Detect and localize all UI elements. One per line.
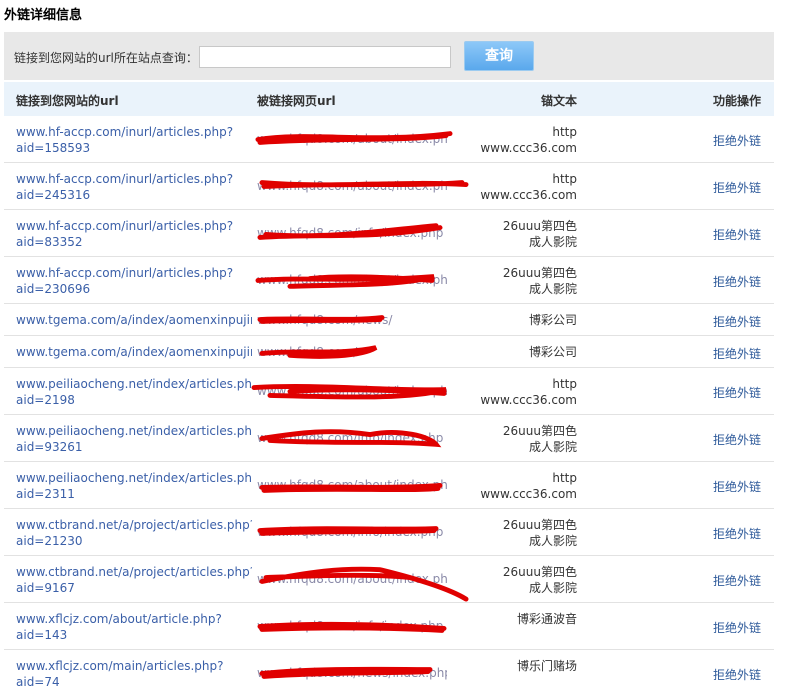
anchor-text: 博彩公司 — [528, 345, 577, 359]
target-page-url[interactable]: www.hfqd8.com/news/index.php — [257, 666, 447, 680]
anchor-text: 26uuu第四色 成人影院 — [502, 266, 577, 296]
source-url-link[interactable]: www.peiliaocheng.net/index/articles.php?… — [16, 470, 252, 502]
anchor-text: 26uuu第四色 成人影院 — [502, 565, 577, 595]
table-header: 链接到您网站的url 被链接网页url 锚文本 功能操作 — [4, 82, 774, 116]
search-label: 链接到您网站的url所在站点查询： — [14, 51, 198, 65]
target-page-url[interactable]: www.hfqd8.com/about/index.php — [257, 384, 447, 398]
source-url-link[interactable]: www.hf-accp.com/inurl/articles.php? aid=8… — [16, 218, 252, 250]
table-row: www.ctbrand.net/a/project/articles.php? a… — [4, 509, 774, 556]
table-row: www.hf-accp.com/inurl/articles.php? aid=2… — [4, 163, 774, 210]
table-row: www.hf-accp.com/inurl/articles.php? aid=2… — [4, 257, 774, 304]
table-row: www.xflcjz.com/main/articles.php? aid=74 … — [4, 650, 774, 687]
anchor-text: 博乐门赌场 — [516, 659, 577, 673]
header-ops: 功能操作 — [712, 94, 761, 108]
anchor-text: 26uuu第四色 成人影院 — [502, 518, 577, 548]
search-input[interactable] — [199, 46, 451, 68]
source-url-link[interactable]: www.hf-accp.com/inurl/articles.php? aid=1… — [16, 124, 252, 156]
table-row: www.xflcjz.com/about/article.php? aid=143… — [4, 603, 774, 650]
anchor-text: http www.ccc36.com — [480, 125, 577, 155]
target-page-url[interactable]: www.hfqd8.com/about/index.php — [257, 273, 447, 287]
source-url-link[interactable]: www.tgema.com/a/index/aomenxinpujingc — [16, 312, 252, 328]
anchor-text: http www.ccc36.com — [480, 377, 577, 407]
source-url-link[interactable]: www.tgema.com/a/index/aomenxinpujingc — [16, 344, 252, 360]
links-table: 链接到您网站的url 被链接网页url 锚文本 功能操作 www.hf-accp… — [4, 82, 774, 687]
target-page-url[interactable]: www.hfqd8.com/news/ — [257, 313, 447, 327]
anchor-text: http www.ccc36.com — [480, 471, 577, 501]
reject-link-button[interactable]: 拒绝外链 — [713, 226, 761, 243]
table-row: www.hf-accp.com/inurl/articles.php? aid=8… — [4, 210, 774, 257]
source-url-link[interactable]: www.ctbrand.net/a/project/articles.php? a… — [16, 517, 252, 549]
table-row: www.tgema.com/a/index/aomenxinpujingc ww… — [4, 336, 774, 368]
target-page-url[interactable]: www.hfqd8.com/about/index.php — [257, 132, 447, 146]
source-url-link[interactable]: www.hf-accp.com/inurl/articles.php? aid=2… — [16, 171, 252, 203]
target-page-url[interactable]: www.hfqd8.com/info/index.php — [257, 226, 447, 240]
anchor-text: 26uuu第四色 成人影院 — [502, 424, 577, 454]
table-row: www.peiliaocheng.net/index/articles.php?… — [4, 462, 774, 509]
reject-link-button[interactable]: 拒绝外链 — [713, 572, 761, 589]
reject-link-button[interactable]: 拒绝外链 — [713, 478, 761, 495]
target-page-url[interactable]: www.hfqd8.com/info/index.php — [257, 431, 447, 445]
reject-link-button[interactable]: 拒绝外链 — [713, 666, 761, 683]
reject-link-button[interactable]: 拒绝外链 — [713, 525, 761, 542]
table-row: www.peiliaocheng.net/index/articles.php?… — [4, 415, 774, 462]
reject-link-button[interactable]: 拒绝外链 — [713, 619, 761, 636]
source-url-link[interactable]: www.xflcjz.com/about/article.php? aid=143 — [16, 611, 252, 643]
table-row: www.hf-accp.com/inurl/articles.php? aid=1… — [4, 116, 774, 163]
anchor-text: http www.ccc36.com — [480, 172, 577, 202]
reject-link-button[interactable]: 拒绝外链 — [713, 384, 761, 401]
header-anchor: 锚文本 — [540, 94, 577, 108]
reject-link-button[interactable]: 拒绝外链 — [713, 179, 761, 196]
target-page-url[interactable]: www.hfqd8.com/about/index.php — [257, 478, 447, 492]
target-page-url[interactable]: www.hfqd8.com/info/index.php — [257, 619, 447, 633]
source-url-link[interactable]: www.hf-accp.com/inurl/articles.php? aid=2… — [16, 265, 252, 297]
reject-link-button[interactable]: 拒绝外链 — [713, 345, 761, 362]
page-title: 外链详细信息 — [4, 8, 83, 23]
anchor-text: 26uuu第四色 成人影院 — [502, 219, 577, 249]
anchor-text: 博彩公司 — [528, 313, 577, 327]
reject-link-button[interactable]: 拒绝外链 — [713, 132, 761, 149]
header-page: 被链接网页url — [257, 94, 336, 108]
header-url: 链接到您网站的url — [16, 94, 119, 108]
source-url-link[interactable]: www.peiliaocheng.net/index/articles.php?… — [16, 423, 252, 455]
source-url-link[interactable]: www.peiliaocheng.net/index/articles.php?… — [16, 376, 252, 408]
table-row: www.ctbrand.net/a/project/articles.php? a… — [4, 556, 774, 603]
target-page-url[interactable]: www.hfqd8.com/about/index.php — [257, 179, 447, 193]
search-button[interactable]: 查询 — [464, 41, 534, 71]
search-bar: 链接到您网站的url所在站点查询： 查询 — [4, 32, 774, 80]
table-row: www.peiliaocheng.net/index/articles.php?… — [4, 368, 774, 415]
reject-link-button[interactable]: 拒绝外链 — [713, 313, 761, 330]
reject-link-button[interactable]: 拒绝外链 — [713, 273, 761, 290]
reject-link-button[interactable]: 拒绝外链 — [713, 431, 761, 448]
anchor-text: 博彩通波音 — [516, 612, 577, 626]
target-page-url[interactable]: www.hfqd8.com/info/index.php — [257, 525, 447, 539]
target-page-url[interactable]: www.hfqd8.com/ — [257, 345, 447, 359]
source-url-link[interactable]: www.ctbrand.net/a/project/articles.php? a… — [16, 564, 252, 596]
source-url-link[interactable]: www.xflcjz.com/main/articles.php? aid=74 — [16, 658, 252, 687]
table-row: www.tgema.com/a/index/aomenxinpujingc ww… — [4, 304, 774, 336]
target-page-url[interactable]: www.hfqd8.com/about/index.php — [257, 572, 447, 586]
